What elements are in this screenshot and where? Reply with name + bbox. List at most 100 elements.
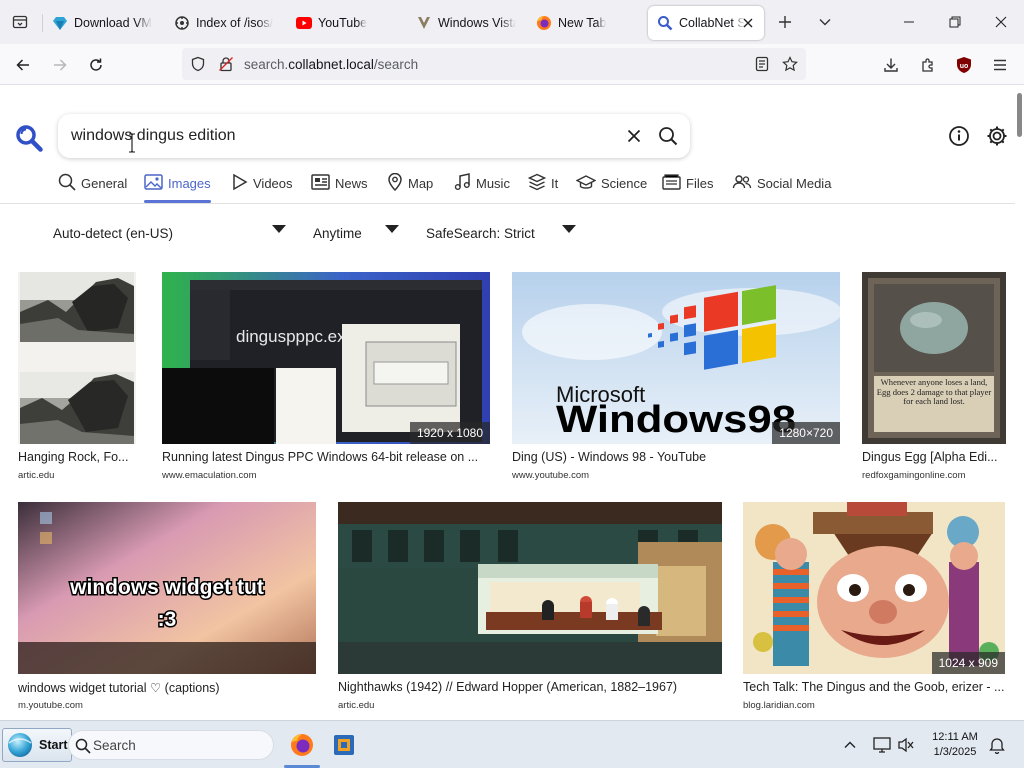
notifications-button[interactable] (985, 733, 1009, 757)
image-result[interactable]: Nighthawks (1942) // Edward Hopper (Amer… (338, 502, 724, 714)
plus-icon (779, 16, 791, 28)
extensions-button[interactable] (913, 50, 943, 80)
search-box[interactable] (58, 114, 690, 158)
tab-title: Download VM (74, 16, 152, 30)
reader-view-icon[interactable] (754, 56, 770, 72)
ublock-button[interactable]: uo (949, 50, 979, 80)
scrollbar-thumb[interactable] (1017, 93, 1022, 137)
category-science[interactable]: Science (576, 173, 647, 203)
tab-list-button[interactable] (6, 8, 34, 36)
result-domain: artic.edu (18, 470, 55, 481)
people-icon (732, 175, 752, 189)
clear-search-button[interactable] (622, 124, 646, 148)
tab-list-icon (12, 15, 28, 29)
back-button[interactable] (8, 50, 38, 80)
language-select[interactable]: Auto-detect (en-US) (53, 222, 173, 244)
image-result[interactable]: Whenever anyone loses a land, Egg does 2… (862, 272, 1008, 484)
category-music[interactable]: Music (454, 173, 510, 203)
time-dropdown-arrow-icon[interactable] (385, 225, 399, 233)
language-dropdown-arrow-icon[interactable] (272, 225, 286, 233)
reload-button[interactable] (81, 50, 111, 80)
category-map[interactable]: Map (387, 173, 433, 203)
taskbar-search[interactable]: Search (68, 730, 274, 760)
network-button[interactable] (870, 733, 894, 757)
result-thumbnail[interactable]: dinguspppc.ex 1920 x 1080 (162, 272, 490, 444)
preferences-button[interactable] (984, 123, 1010, 149)
image-result[interactable]: 1024 x 909 Tech Talk: The Dingus and the… (743, 502, 1009, 714)
tab-index-isos[interactable]: Index of /isos/ (174, 6, 274, 40)
puzzle-icon (922, 58, 933, 72)
safesearch-dropdown-arrow-icon[interactable] (562, 225, 576, 233)
info-button[interactable] (946, 123, 972, 149)
resolution-badge: 1024 x 909 (931, 652, 1005, 674)
result-title[interactable]: Dingus Egg [Alpha Edi... (862, 450, 1008, 464)
result-thumbnail[interactable]: windows widget tut :3 (18, 502, 316, 674)
chevron-up-icon (844, 741, 856, 748)
url-text[interactable]: search.collabnet.local/search (244, 57, 418, 72)
lock-insecure-icon[interactable] (218, 56, 234, 72)
bookmark-star-icon[interactable] (782, 56, 798, 72)
image-result[interactable]: windows widget tut :3 windows widget tut… (18, 502, 318, 714)
result-title[interactable]: Tech Talk: The Dingus and the Goob, eriz… (743, 680, 1009, 694)
result-title[interactable]: Ding (US) - Windows 98 - YouTube (512, 450, 844, 464)
downloads-button[interactable] (876, 50, 906, 80)
searxng-logo-icon[interactable] (14, 123, 44, 153)
category-social-media[interactable]: Social Media (732, 173, 831, 203)
category-images[interactable]: Images (144, 173, 211, 203)
image-result[interactable]: dinguspppc.ex 1920 x 1080 Running latest… (162, 272, 490, 484)
time-range-select[interactable]: Anytime (313, 222, 362, 244)
maximize-button[interactable] (932, 0, 978, 44)
result-title[interactable]: windows widget tutorial ♡ (captions) (18, 680, 318, 695)
search-input[interactable] (71, 125, 591, 147)
url-bar[interactable]: search.collabnet.local/search (182, 48, 806, 80)
tab-youtube[interactable]: YouTube (296, 6, 396, 40)
taskbar-virtualbox[interactable] (330, 731, 358, 759)
category-files[interactable]: Files (662, 173, 713, 203)
taskbar-firefox[interactable] (288, 731, 316, 759)
app-menu-button[interactable] (985, 50, 1015, 80)
category-general[interactable]: General (58, 173, 127, 203)
category-videos[interactable]: Videos (232, 173, 293, 203)
result-thumbnail[interactable]: 1024 x 909 (743, 502, 1005, 674)
page-scrollbar[interactable] (1015, 85, 1024, 719)
result-title[interactable]: Nighthawks (1942) // Edward Hopper (Amer… (338, 680, 724, 694)
new-tab-button[interactable] (768, 0, 802, 44)
search-submit-button[interactable] (656, 124, 680, 148)
search-icon (75, 738, 91, 754)
minimize-button[interactable] (886, 0, 932, 44)
image-result[interactable]: Hanging Rock, Fo... artic.edu (18, 272, 136, 484)
safesearch-select[interactable]: SafeSearch: Strict (426, 222, 535, 244)
result-thumbnail[interactable] (338, 502, 722, 674)
category-it[interactable]: It (528, 173, 558, 203)
show-hidden-icons-button[interactable] (838, 733, 862, 757)
tab-new-tab[interactable]: New Tab (536, 6, 636, 40)
category-news[interactable]: News (311, 173, 368, 203)
result-title[interactable]: Hanging Rock, Fo... (18, 450, 136, 464)
volume-button[interactable] (894, 733, 918, 757)
arrow-left-icon (16, 59, 29, 71)
hamburger-menu-icon (994, 59, 1006, 71)
forward-button[interactable] (45, 50, 75, 80)
download-vm-icon (52, 15, 68, 31)
category-label: Videos (253, 176, 293, 191)
ublock-shield-icon: uo (957, 57, 971, 73)
search-icon (657, 15, 673, 31)
image-result[interactable]: Microsoft Windows98 1280×720 Ding (US) -… (512, 272, 844, 484)
system-clock[interactable]: 12:11 AM 1/3/2025 (918, 730, 992, 760)
close-window-button[interactable] (978, 0, 1024, 44)
list-all-tabs-button[interactable] (808, 0, 842, 44)
tab-download-vm[interactable]: Download VM (52, 6, 158, 40)
language-value: Auto-detect (en-US) (53, 225, 174, 241)
firefox-icon (536, 15, 552, 31)
result-thumbnail[interactable]: Microsoft Windows98 1280×720 (512, 272, 840, 444)
start-button[interactable]: Start (2, 728, 72, 762)
network-icon (873, 737, 891, 753)
result-thumbnail[interactable]: Whenever anyone loses a land, Egg does 2… (862, 272, 1006, 444)
result-thumbnail[interactable] (18, 272, 136, 444)
tab-windows-vista[interactable]: Windows Vista (416, 6, 516, 40)
result-title[interactable]: Running latest Dingus PPC Windows 64-bit… (162, 450, 494, 464)
tab-collabnet[interactable]: CollabNet S (648, 6, 764, 40)
tracking-protection-icon[interactable] (190, 56, 206, 72)
close-tab-icon[interactable] (740, 15, 756, 31)
url-domain: collabnet.local (288, 57, 374, 72)
